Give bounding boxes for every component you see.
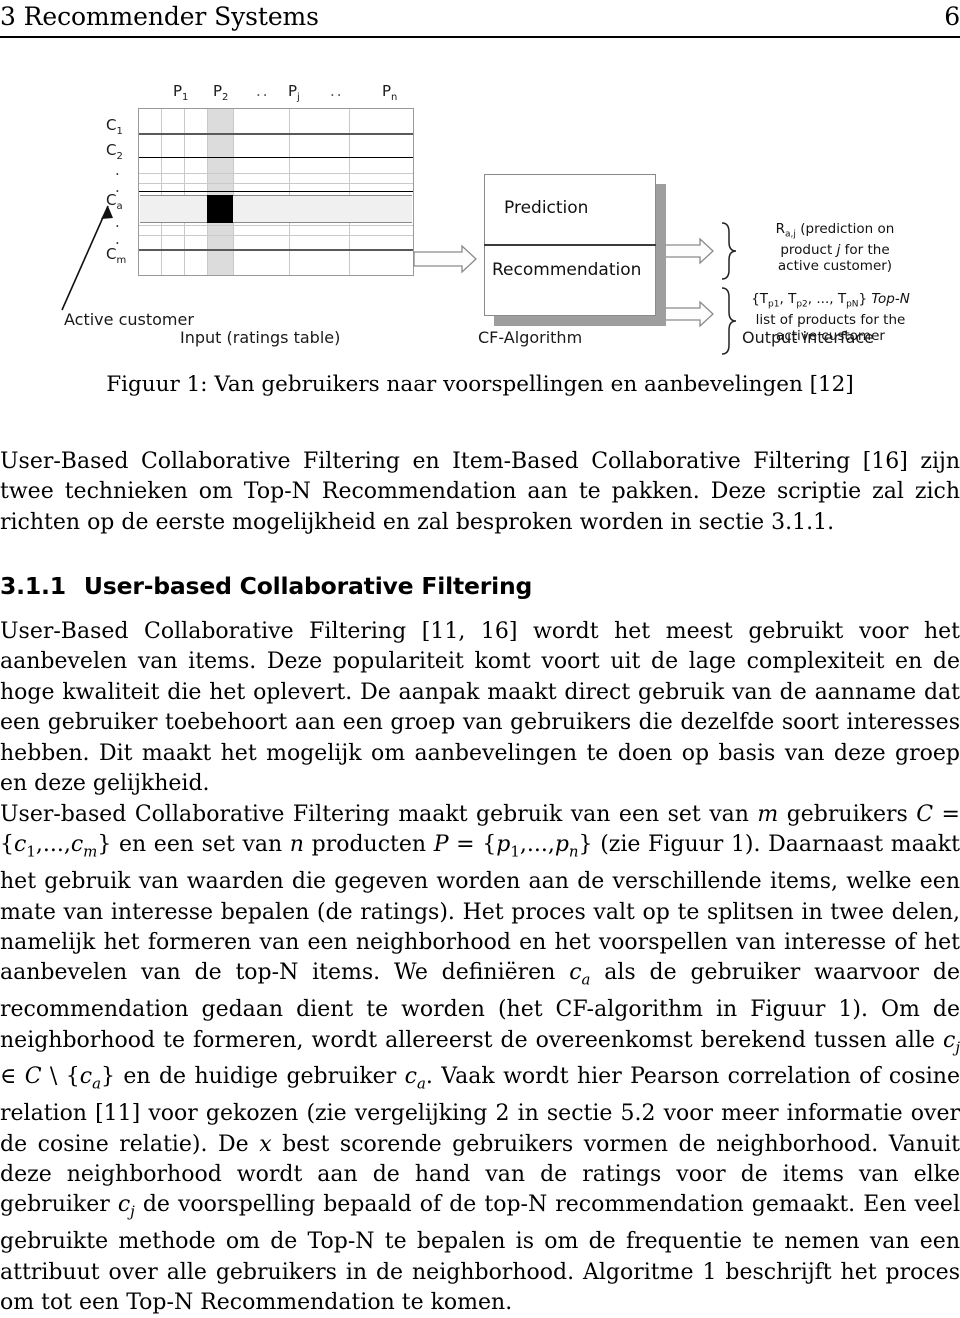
section-title: User-based Collaborative Filtering xyxy=(83,572,533,600)
cf-prediction-label: Prediction xyxy=(504,198,589,218)
section-number: 3.1.1 xyxy=(0,572,66,600)
seg7: ∈ xyxy=(0,1064,25,1090)
figure-caption: Figuur 1: Van gebruikers naar voorspelli… xyxy=(106,372,854,397)
math-ca-set: {ca} xyxy=(65,1064,115,1093)
active-customer-arrow-line xyxy=(61,205,109,311)
cf-to-recommendation-arrow xyxy=(659,300,714,328)
seg9: en de huidige gebruiker xyxy=(114,1064,405,1090)
cf-box-divider xyxy=(484,244,656,246)
math-set-p: {p1,...,pn} xyxy=(482,832,593,861)
math-m: m xyxy=(757,802,779,827)
seg1: User-based Collaborative Filtering maakt… xyxy=(0,802,758,827)
input-label: Input (ratings table) xyxy=(180,328,341,347)
math-P: P xyxy=(433,832,449,858)
running-header: 3 Recommender Systems 6 xyxy=(0,2,960,31)
output-topn-line2: list of products for the xyxy=(755,312,906,329)
output-topn-line1: {Tp1, Tp2, ..., TpN} Top-N xyxy=(751,291,910,310)
eq2: = xyxy=(448,832,483,858)
paragraph-formal: User-based Collaborative Filtering maakt… xyxy=(0,800,960,1318)
document-page: 3 Recommender Systems 6 P1 P2 .. Pj .. P… xyxy=(0,0,960,1315)
paragraph-intro: User-Based Collaborative Filtering en It… xyxy=(0,449,960,535)
figure-1: P1 P2 .. Pj .. Pn C1 C2 . . Ca . . Cm Pr… xyxy=(0,60,960,360)
eq1: = xyxy=(933,802,960,827)
section-heading: 3.1.1 User-based Collaborative Filtering xyxy=(0,572,960,600)
output-prediction-r: Ra,j (prediction on xyxy=(775,221,895,240)
math-cj: cj xyxy=(943,1027,960,1057)
input-to-cf-arrow xyxy=(413,244,477,274)
seg4: producten xyxy=(303,832,434,858)
output-prediction-line2: product j for the xyxy=(780,242,890,259)
cf-algorithm-label: CF-Algorithm xyxy=(478,328,583,347)
math-ca: ca xyxy=(569,960,591,989)
math-C-set: C xyxy=(24,1064,42,1090)
seg12: de voorspelling bepaald of de top-N reco… xyxy=(0,1192,960,1316)
output-prediction-text: Ra,j (prediction on product j for the ac… xyxy=(740,221,930,274)
seg2: gebruikers xyxy=(778,802,917,827)
math-x: x xyxy=(259,1131,272,1157)
output-prediction-line3: active customer) xyxy=(777,257,893,274)
cf-to-prediction-arrow xyxy=(659,237,714,265)
page-number: 6 xyxy=(944,2,960,31)
seg3: en een set van xyxy=(111,832,290,858)
paragraph-formal-wrap: User-based Collaborative Filtering maakt… xyxy=(0,800,960,1318)
paragraph-ubcf-wrap: User-Based Collaborative Filtering [11, … xyxy=(0,617,960,799)
math-ca-2: ca xyxy=(404,1064,426,1093)
output-interface-label: Output interface xyxy=(742,328,875,347)
seg8: \ xyxy=(41,1064,66,1090)
math-n: n xyxy=(289,832,304,858)
active-customer-label: Active customer xyxy=(64,310,194,329)
header-rule xyxy=(0,36,960,38)
math-C: C xyxy=(916,802,934,827)
math-set-c: {c1,...,cm} xyxy=(0,832,112,861)
active-customer-arrowhead xyxy=(101,206,113,219)
running-header-title: 3 Recommender Systems xyxy=(0,2,319,31)
output-brace-top xyxy=(721,222,737,280)
paragraph-intro-wrap: User-Based Collaborative Filtering en It… xyxy=(0,447,960,538)
cf-recommendation-label: Recommendation xyxy=(492,260,642,280)
math-cj-2: cj xyxy=(117,1192,135,1221)
paragraph-ubcf: User-Based Collaborative Filtering [11, … xyxy=(0,619,960,797)
